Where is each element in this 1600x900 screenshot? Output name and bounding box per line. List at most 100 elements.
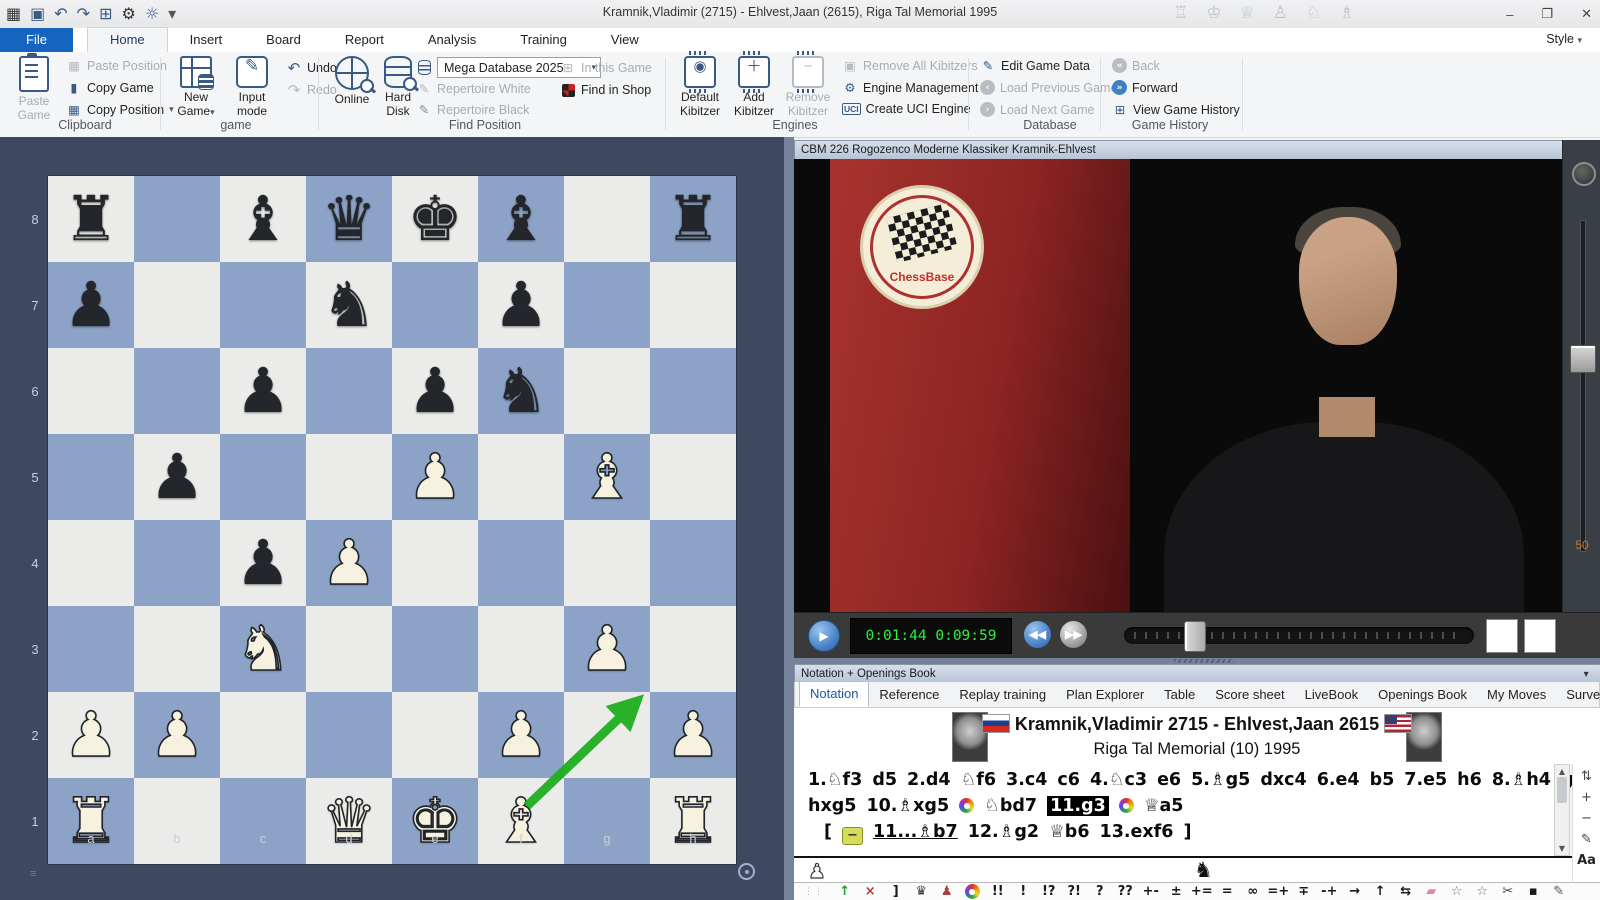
- tab-livebook[interactable]: LiveBook: [1295, 683, 1368, 707]
- annotation-symbol-button[interactable]: [960, 884, 986, 899]
- ribbon-tab-board[interactable]: Board: [244, 28, 323, 52]
- board-square-h2[interactable]: ♟: [650, 692, 736, 778]
- ribbon-tab-home[interactable]: Home: [87, 27, 168, 52]
- move-token[interactable]: ♕a5: [1144, 796, 1184, 816]
- piece-black-pawn[interactable]: ♟: [235, 532, 291, 594]
- board-square-a3[interactable]: 3: [48, 606, 134, 692]
- redo-icon[interactable]: ↷: [77, 6, 90, 22]
- board-square-c7[interactable]: [220, 262, 306, 348]
- moves-scrollbar[interactable]: ▲ ▼: [1554, 764, 1570, 856]
- piece-black-pawn[interactable]: ♟: [235, 360, 291, 422]
- video-tool-button-2[interactable]: [1524, 619, 1556, 653]
- annotation-symbol-button[interactable]: =+: [1266, 885, 1292, 898]
- move-token[interactable]: hxg5: [808, 796, 856, 816]
- move-token[interactable]: 5.♗g5: [1191, 770, 1250, 790]
- input-mode-button[interactable]: ✎ Input mode: [226, 56, 278, 119]
- board-setup-icon[interactable]: ⊞: [99, 6, 112, 22]
- notation-moves[interactable]: 1.♘f3d52.d4♘f63.c4c64.♘c3e65.♗g5dxc46.e4…: [794, 764, 1554, 856]
- piece-white-pawn[interactable]: ♟: [493, 704, 549, 766]
- move-token[interactable]: 8.♗h4: [1492, 770, 1551, 790]
- piece-white-pawn[interactable]: ♟: [321, 532, 377, 594]
- board-square-b8[interactable]: [134, 176, 220, 262]
- tab-reference[interactable]: Reference: [869, 683, 949, 707]
- medal-annotation-icon[interactable]: [959, 798, 974, 813]
- annotation-symbol-button[interactable]: ?: [1087, 885, 1113, 898]
- scroll-moves-icon[interactable]: ⇅: [1581, 770, 1592, 783]
- move-token[interactable]: ♘f6: [961, 770, 996, 790]
- board-square-b4[interactable]: [134, 520, 220, 606]
- volume-thumb[interactable]: [1570, 345, 1596, 373]
- board-square-g7[interactable]: [564, 262, 650, 348]
- move-token[interactable]: 1.♘f3: [808, 770, 862, 790]
- annotation-symbol-button[interactable]: ×: [858, 885, 884, 898]
- board-square-e6[interactable]: ♟: [392, 348, 478, 434]
- board-square-b2[interactable]: ♟: [134, 692, 220, 778]
- view-game-history-button[interactable]: ⊞ View Game History: [1112, 102, 1240, 118]
- board-square-h1[interactable]: ♜: [650, 778, 736, 864]
- move-token[interactable]: ♕b6: [1049, 822, 1089, 842]
- board-square-d2[interactable]: [306, 692, 392, 778]
- tab-surveys[interactable]: Surveys: [1556, 683, 1600, 707]
- move-token[interactable]: ♘bd7: [984, 796, 1037, 816]
- move-token[interactable]: 7.e5: [1404, 770, 1447, 790]
- board-square-a5[interactable]: 5: [48, 434, 134, 520]
- annotation-symbol-button[interactable]: ↑: [832, 885, 858, 898]
- board-square-c2[interactable]: [220, 692, 306, 778]
- board-square-g3[interactable]: ♟: [564, 606, 650, 692]
- board-square-g4[interactable]: [564, 520, 650, 606]
- ribbon-tab-file[interactable]: File: [0, 28, 73, 52]
- tab-openings-book[interactable]: Openings Book: [1368, 683, 1477, 707]
- board-square-f2[interactable]: ♟: [478, 692, 564, 778]
- board-square-e1[interactable]: ♚: [392, 778, 478, 864]
- scroll-up-icon[interactable]: ▲: [1555, 767, 1569, 776]
- edit-annotation-icon[interactable]: ✎: [1581, 833, 1592, 846]
- scroll-down-icon[interactable]: ▼: [1555, 844, 1569, 853]
- piece-black-rook[interactable]: ♜: [665, 188, 721, 250]
- annotation-symbol-button[interactable]: -+: [1317, 885, 1343, 898]
- add-kibitzer-button[interactable]: ＋ Add Kibitzer: [728, 56, 780, 119]
- create-uci-engine-button[interactable]: UCI Create UCI Engine: [842, 102, 971, 116]
- maximize-button[interactable]: ❐: [1541, 6, 1553, 22]
- board-square-h3[interactable]: [650, 606, 736, 692]
- move-token[interactable]: 11...♗b7: [873, 822, 958, 842]
- board-square-e8[interactable]: ♚: [392, 176, 478, 262]
- tab-notation[interactable]: Notation: [799, 681, 869, 707]
- scroll-thumb[interactable]: [1557, 777, 1567, 803]
- save-icon[interactable]: ▣: [30, 6, 45, 22]
- panel-splitter-vertical[interactable]: [784, 137, 794, 900]
- board-square-a1[interactable]: 1♜: [48, 778, 134, 864]
- move-token[interactable]: b5: [1370, 770, 1395, 790]
- copy-position-button[interactable]: ▦ Copy Position ▾: [66, 102, 174, 118]
- board-square-e2[interactable]: [392, 692, 478, 778]
- board-square-b5[interactable]: ♟: [134, 434, 220, 520]
- video-display[interactable]: ChessBase: [794, 159, 1562, 612]
- speaker-dial-icon[interactable]: [1572, 162, 1596, 186]
- board-square-d6[interactable]: [306, 348, 392, 434]
- piece-white-bishop[interactable]: ♝: [579, 446, 635, 508]
- annotation-symbol-button[interactable]: ?!: [1062, 885, 1088, 898]
- engine-management-button[interactable]: ⚙ Engine Management: [842, 80, 978, 96]
- move-token[interactable]: h6: [1457, 770, 1482, 790]
- board-square-e7[interactable]: [392, 262, 478, 348]
- board-square-c6[interactable]: ♟: [220, 348, 306, 434]
- collapse-variation-icon[interactable]: −: [842, 827, 863, 845]
- paste-game-button[interactable]: Paste Game: [8, 56, 60, 123]
- board-square-b6[interactable]: [134, 348, 220, 434]
- annotation-symbol-button[interactable]: ▪: [1521, 885, 1547, 898]
- close-button[interactable]: ✕: [1581, 6, 1592, 22]
- annotation-symbol-button[interactable]: ✂: [1495, 885, 1521, 898]
- annotation-symbol-button[interactable]: ☆: [1444, 885, 1470, 898]
- board-square-a6[interactable]: 6: [48, 348, 134, 434]
- board-square-c5[interactable]: [220, 434, 306, 520]
- annotation-symbol-button[interactable]: +-: [1138, 885, 1164, 898]
- annotation-symbol-button[interactable]: !: [1011, 885, 1037, 898]
- board-square-h6[interactable]: [650, 348, 736, 434]
- find-in-shop-button[interactable]: Find in Shop: [560, 82, 651, 98]
- move-token[interactable]: 6.e4: [1317, 770, 1360, 790]
- expand-variation-icon[interactable]: +: [1581, 791, 1592, 804]
- move-token[interactable]: c6: [1057, 770, 1080, 790]
- piece-black-pawn[interactable]: ♟: [493, 274, 549, 336]
- video-tool-button-1[interactable]: [1486, 619, 1518, 653]
- tab-plan-explorer[interactable]: Plan Explorer: [1056, 683, 1154, 707]
- qat-more-icon[interactable]: ▾: [168, 6, 176, 22]
